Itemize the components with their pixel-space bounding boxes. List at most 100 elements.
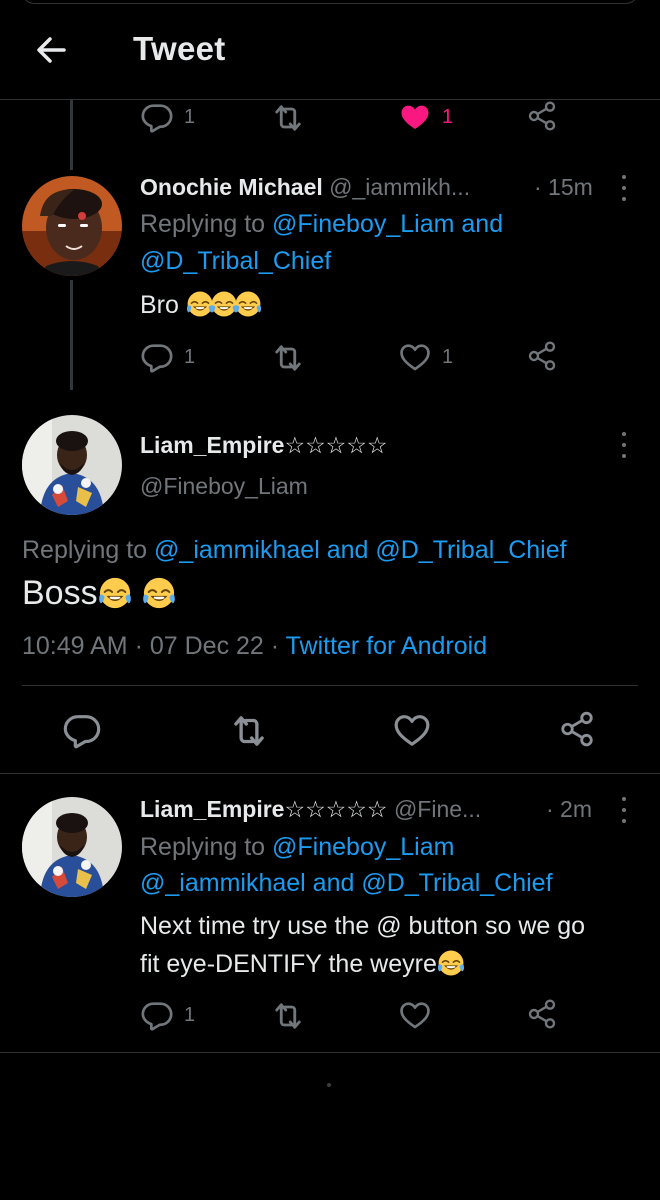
retweet-icon — [270, 340, 306, 376]
arrow-left-icon[interactable] — [30, 28, 74, 72]
display-name[interactable]: Liam_Empire☆☆☆☆☆ — [140, 796, 388, 822]
retweet-action[interactable] — [228, 710, 270, 752]
mention-link[interactable]: @_iammikhael — [154, 536, 320, 564]
retweet-icon — [270, 100, 306, 136]
face-with-tears-of-joy-emoji — [437, 949, 465, 977]
heart-icon — [398, 340, 432, 374]
thread-connector-line — [70, 100, 73, 170]
tweet-text-content: fit eye-DENTIFY the weyre — [140, 950, 437, 978]
avatar[interactable] — [22, 797, 122, 897]
reply-author-line: Onochie Michael @_iammikh... — [140, 174, 470, 201]
avatar[interactable] — [22, 415, 122, 515]
mention-link[interactable]: @Fineboy_Liam — [272, 833, 454, 861]
face-with-tears-of-joy-emoji — [98, 576, 132, 610]
replying-to-line: Replying to @_iammikhael and @D_Tribal_C… — [22, 536, 567, 565]
divider — [22, 685, 638, 686]
replying-to-line: @_iammikhael and @D_Tribal_Chief — [140, 869, 553, 898]
user-handle[interactable]: @Fine... — [394, 796, 481, 822]
tweet-text-line: fit eye-DENTIFY the weyre — [140, 949, 465, 979]
retweet-action[interactable] — [270, 100, 306, 136]
reply-action[interactable]: 1 — [140, 340, 195, 374]
replying-to-label: Replying to — [140, 210, 266, 238]
mention-link[interactable]: @D_Tribal_Chief — [361, 869, 552, 897]
reply-count: 1 — [184, 105, 196, 128]
like-action[interactable]: 1 — [398, 100, 453, 134]
retweet-icon — [228, 710, 270, 752]
like-count: 1 — [442, 345, 454, 368]
replying-to-label: Replying to — [22, 536, 148, 564]
conjunction-text: and — [326, 536, 369, 564]
share-icon — [526, 998, 558, 1030]
retweet-icon — [270, 998, 306, 1034]
speech-bubble-icon — [140, 998, 174, 1032]
divider — [0, 773, 660, 774]
top-app-bar: Tweet — [0, 0, 660, 100]
face-with-tears-of-joy-emoji — [234, 290, 262, 318]
like-action[interactable]: 1 — [398, 340, 453, 374]
replying-to-label: Replying to — [140, 833, 266, 861]
avatar-photo — [22, 797, 122, 897]
vertical-dots-icon[interactable] — [619, 797, 629, 823]
display-name[interactable]: Liam_Empire☆☆☆☆☆ — [140, 432, 388, 458]
replying-to-line: @D_Tribal_Chief — [140, 247, 331, 276]
replying-to-line: Replying to @Fineboy_Liam and — [140, 210, 503, 239]
main-tweet-actions — [0, 710, 660, 754]
display-name[interactable]: Onochie Michael — [140, 174, 323, 200]
heart-icon — [398, 998, 432, 1032]
tweet-text-content: Bro — [140, 291, 179, 319]
avatar-photo — [22, 415, 122, 515]
share-action[interactable] — [526, 340, 558, 372]
tweet-text-line: Next time try use the @ button so we go — [140, 912, 586, 940]
mention-link[interactable]: @D_Tribal_Chief — [375, 536, 566, 564]
reply-action[interactable]: 1 — [140, 100, 195, 134]
tweet-time: 10:49 AM — [22, 632, 128, 660]
reply-action[interactable]: 1 — [140, 998, 195, 1032]
tweet-text-content: Boss — [22, 574, 98, 612]
user-handle[interactable]: @_iammikh... — [329, 174, 470, 200]
avatar-photo — [22, 176, 122, 276]
reply-author-line: Liam_Empire☆☆☆☆☆ @Fine... — [140, 796, 481, 823]
previous-tweet-actions: 1 1 — [140, 100, 580, 140]
share-action[interactable] — [526, 998, 558, 1030]
speech-bubble-icon — [62, 710, 102, 750]
avatar[interactable] — [22, 176, 122, 276]
tweet-date: 07 Dec 22 — [149, 632, 264, 660]
separator-dot: · — [134, 632, 143, 660]
page-title: Tweet — [133, 30, 226, 67]
conjunction-text: and — [312, 869, 355, 897]
like-count: 1 — [442, 105, 454, 128]
thread-connector-line — [70, 280, 73, 390]
speech-bubble-icon — [140, 100, 174, 134]
like-action[interactable] — [392, 710, 432, 750]
reply-count: 1 — [184, 345, 196, 368]
share-icon — [558, 710, 596, 748]
tweet-timestamp: · 15m — [534, 174, 593, 200]
reply-action[interactable] — [62, 710, 102, 750]
speech-bubble-icon — [140, 340, 174, 374]
user-handle[interactable]: @Fineboy_Liam — [140, 473, 308, 500]
conjunction-text: and — [461, 210, 504, 238]
face-with-tears-of-joy-emoji — [142, 576, 176, 610]
divider — [0, 1052, 660, 1053]
share-icon — [526, 100, 558, 132]
tweet-text: Boss — [22, 574, 176, 613]
tweet-metadata: 10:49 AM · 07 Dec 22 · Twitter for Andro… — [22, 632, 487, 661]
tweet-source-link[interactable]: Twitter for Android — [286, 632, 487, 660]
heart-filled-icon — [398, 100, 432, 134]
mention-link[interactable]: @D_Tribal_Chief — [140, 247, 331, 275]
author-name-line: Liam_Empire☆☆☆☆☆ — [140, 432, 388, 459]
retweet-action[interactable] — [270, 998, 306, 1034]
heart-icon — [392, 710, 432, 750]
reply-actions: 1 1 — [140, 340, 580, 380]
like-action[interactable] — [398, 998, 432, 1032]
vertical-dots-icon[interactable] — [619, 432, 629, 458]
retweet-action[interactable] — [270, 340, 306, 376]
share-icon — [526, 340, 558, 372]
mention-link[interactable]: @_iammikhael — [140, 869, 306, 897]
share-action[interactable] — [558, 710, 596, 748]
tweet-timestamp: · 2m — [546, 796, 592, 822]
share-action[interactable] — [526, 100, 558, 132]
vertical-dots-icon[interactable] — [619, 175, 629, 201]
replying-to-line: Replying to @Fineboy_Liam — [140, 833, 454, 862]
mention-link[interactable]: @Fineboy_Liam — [272, 210, 454, 238]
